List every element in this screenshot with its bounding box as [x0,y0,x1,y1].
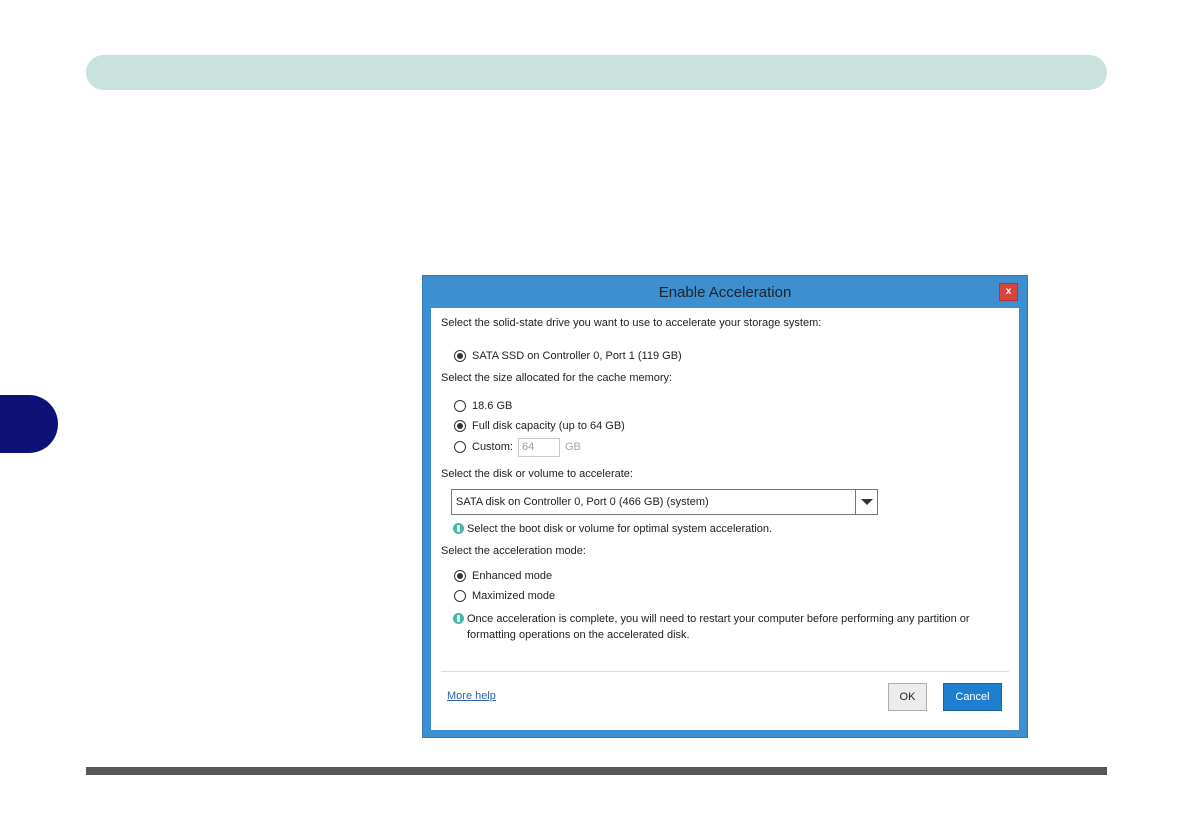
radio-selected-icon[interactable] [454,570,466,582]
dialog-title: Enable Acceleration [658,284,792,301]
cache-option-label: Full disk capacity (up to 64 GB) [472,420,625,432]
mode-tip-text: Once acceleration is complete, you will … [467,611,970,643]
mode-section-label: Select the acceleration mode: [441,545,586,557]
ssd-option-label: SATA SSD on Controller 0, Port 1 (119 GB… [472,350,682,362]
radio-unselected-icon[interactable] [454,400,466,412]
cache-option-custom[interactable]: Custom: 64 GB [454,437,581,457]
ssd-section-label: Select the solid-state drive you want to… [441,317,822,329]
mode-option-label: Maximized mode [472,590,556,602]
cache-option-label: Custom: [472,441,513,453]
disk-tip-text: Select the boot disk or volume for optim… [467,523,773,535]
custom-size-input[interactable]: 64 [517,437,560,457]
page-header-banner [86,55,1107,90]
radio-selected-icon[interactable] [454,350,466,362]
more-help-link[interactable]: More help [447,690,496,702]
cancel-button[interactable]: Cancel [943,683,1002,711]
chapter-side-tab [0,395,58,453]
disk-tip: Select the boot disk or volume for optim… [453,521,772,537]
mode-tip-line: formatting operations on the accelerated… [467,629,690,641]
footer-rule [86,767,1107,775]
mode-option-enhanced[interactable]: Enhanced mode [454,568,552,584]
mode-option-maximized[interactable]: Maximized mode [454,588,555,604]
footer-divider [441,671,1009,672]
dialog-titlebar: Enable Acceleration x [423,276,1027,308]
enable-acceleration-dialog: Enable Acceleration x Select the solid-s… [422,275,1028,738]
radio-unselected-icon[interactable] [454,590,466,602]
mode-tip: Once acceleration is complete, you will … [453,611,970,643]
info-icon [453,613,464,624]
ok-button[interactable]: OK [888,683,927,711]
radio-unselected-icon[interactable] [454,441,466,453]
disk-section-label: Select the disk or volume to accelerate: [441,468,633,480]
cache-option-full-disk[interactable]: Full disk capacity (up to 64 GB) [454,418,625,434]
close-icon: x [1005,286,1012,297]
close-button[interactable]: x [999,283,1018,301]
mode-option-label: Enhanced mode [472,570,553,582]
radio-selected-icon[interactable] [454,420,466,432]
cache-option-18gb[interactable]: 18.6 GB [454,398,512,414]
mode-tip-line: Once acceleration is complete, you will … [467,613,970,625]
cache-option-label: 18.6 GB [472,400,513,412]
ssd-option[interactable]: SATA SSD on Controller 0, Port 1 (119 GB… [454,348,682,364]
custom-size-unit: GB [564,441,581,453]
dialog-body: Select the solid-state drive you want to… [431,308,1019,730]
chevron-down-icon[interactable] [855,490,877,514]
disk-select[interactable]: SATA disk on Controller 0, Port 0 (466 G… [451,489,878,515]
cache-section-label: Select the size allocated for the cache … [441,372,673,384]
info-icon [453,523,464,534]
disk-select-value: SATA disk on Controller 0, Port 0 (466 G… [456,496,709,508]
